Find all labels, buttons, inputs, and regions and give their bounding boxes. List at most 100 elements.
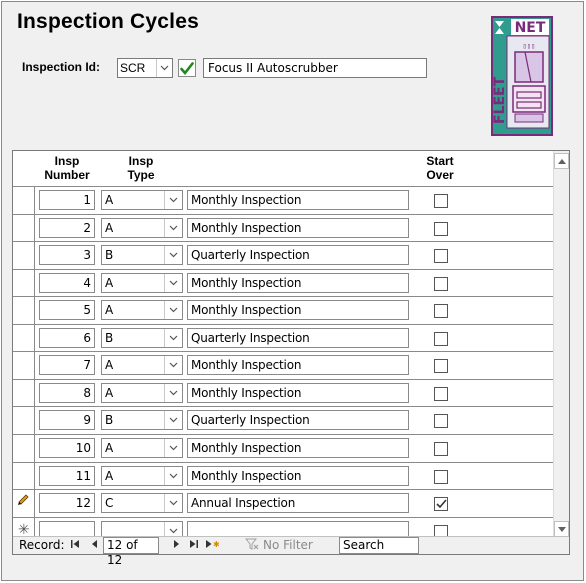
- chevron-down-icon[interactable]: [164, 383, 182, 402]
- search-input[interactable]: Search: [339, 537, 419, 554]
- first-record-icon[interactable]: [71, 538, 80, 552]
- insp-type-select[interactable]: A: [101, 217, 183, 238]
- no-filter-button[interactable]: No Filter: [263, 538, 313, 552]
- start-over-checkbox[interactable]: [434, 359, 448, 374]
- start-over-checkbox[interactable]: [434, 414, 448, 429]
- insp-type-select[interactable]: A: [101, 272, 183, 293]
- start-over-checkbox[interactable]: [434, 469, 448, 484]
- insp-type-select[interactable]: B: [101, 327, 183, 348]
- table-row[interactable]: 11 A Monthly Inspection: [13, 462, 555, 490]
- record-selector[interactable]: [13, 214, 35, 242]
- table-row[interactable]: 2 A Monthly Inspection: [13, 214, 555, 242]
- insp-description-field[interactable]: Quarterly Inspection: [187, 410, 409, 431]
- insp-description-field[interactable]: Monthly Inspection: [187, 190, 409, 210]
- insp-description-field[interactable]: Monthly Inspection: [187, 217, 409, 238]
- table-row[interactable]: 1 A Monthly Inspection: [13, 187, 555, 214]
- record-selector[interactable]: [13, 352, 35, 380]
- table-row[interactable]: 8 A Monthly Inspection: [13, 379, 555, 407]
- vertical-scrollbar[interactable]: [553, 151, 569, 539]
- insp-number-field[interactable]: 8: [39, 382, 95, 403]
- start-over-checkbox[interactable]: [434, 249, 448, 264]
- insp-description-field[interactable]: Quarterly Inspection: [187, 245, 409, 266]
- insp-description-field[interactable]: Monthly Inspection: [187, 272, 409, 293]
- record-selector[interactable]: [13, 379, 35, 407]
- new-record-icon[interactable]: ✱: [205, 538, 220, 552]
- record-selector[interactable]: [13, 462, 35, 490]
- start-over-checkbox[interactable]: [434, 221, 448, 236]
- record-selector[interactable]: [13, 434, 35, 462]
- table-row[interactable]: 3 B Quarterly Inspection: [13, 242, 555, 270]
- chevron-down-icon[interactable]: [164, 356, 182, 375]
- insp-type-value: B: [105, 413, 114, 428]
- record-selector[interactable]: [13, 324, 35, 352]
- record-selector[interactable]: [13, 269, 35, 297]
- start-over-checkbox[interactable]: [434, 194, 448, 208]
- next-record-icon[interactable]: [173, 538, 180, 552]
- scroll-up-button[interactable]: [554, 153, 569, 169]
- table-row[interactable]: 12 C Annual Inspection: [13, 490, 555, 518]
- chevron-down-icon[interactable]: [164, 466, 182, 485]
- insp-number-field[interactable]: 5: [39, 300, 95, 321]
- insp-description-field[interactable]: Monthly Inspection: [187, 382, 409, 403]
- insp-number-field[interactable]: 9: [39, 410, 95, 431]
- chevron-down-icon[interactable]: [164, 191, 182, 209]
- chevron-down-icon[interactable]: [156, 59, 172, 77]
- insp-type-select[interactable]: A: [101, 382, 183, 403]
- table-row[interactable]: 9 B Quarterly Inspection: [13, 407, 555, 435]
- current-record-field[interactable]: 12 of 12: [103, 537, 159, 567]
- table-row[interactable]: 10 A Monthly Inspection: [13, 434, 555, 462]
- insp-description-field[interactable]: Monthly Inspection: [187, 465, 409, 486]
- insp-type-select[interactable]: A: [101, 465, 183, 486]
- insp-description-field[interactable]: Quarterly Inspection: [187, 327, 409, 348]
- record-selector[interactable]: [13, 490, 35, 518]
- insp-number-field[interactable]: 11: [39, 465, 95, 486]
- record-selector[interactable]: [13, 407, 35, 435]
- insp-number-field[interactable]: 6: [39, 327, 95, 348]
- chevron-down-icon[interactable]: [164, 246, 182, 265]
- chevron-down-icon[interactable]: [164, 218, 182, 237]
- chevron-down-icon[interactable]: [164, 273, 182, 292]
- insp-number-field[interactable]: 2: [39, 217, 95, 238]
- insp-number-field[interactable]: 4: [39, 272, 95, 293]
- insp-description-field[interactable]: Monthly Inspection: [187, 355, 409, 376]
- insp-type-select[interactable]: A: [101, 355, 183, 376]
- start-over-checkbox[interactable]: [434, 331, 448, 346]
- table-row[interactable]: 5 A Monthly Inspection: [13, 297, 555, 325]
- start-over-checkbox[interactable]: [434, 441, 448, 456]
- start-over-checkbox[interactable]: [434, 386, 448, 401]
- start-over-checkbox[interactable]: [434, 497, 448, 512]
- scroll-down-button[interactable]: [554, 521, 569, 537]
- insp-type-select[interactable]: A: [101, 190, 183, 210]
- insp-type-select[interactable]: B: [101, 245, 183, 266]
- chevron-down-icon[interactable]: [164, 328, 182, 347]
- insp-type-select[interactable]: A: [101, 437, 183, 458]
- insp-description-field[interactable]: Monthly Inspection: [187, 300, 409, 321]
- last-record-icon[interactable]: [189, 538, 198, 552]
- record-selector[interactable]: [13, 297, 35, 325]
- record-selector[interactable]: [13, 242, 35, 270]
- filter-icon[interactable]: [244, 538, 259, 553]
- chevron-down-icon[interactable]: [164, 494, 182, 513]
- table-row[interactable]: 6 B Quarterly Inspection: [13, 324, 555, 352]
- chevron-down-icon[interactable]: [164, 301, 182, 320]
- insp-number-field[interactable]: 10: [39, 437, 95, 458]
- insp-description-field[interactable]: Monthly Inspection: [187, 437, 409, 458]
- chevron-down-icon[interactable]: [164, 411, 182, 430]
- chevron-down-icon[interactable]: [164, 438, 182, 457]
- inspection-id-select[interactable]: SCR: [117, 58, 173, 78]
- insp-type-select[interactable]: A: [101, 300, 183, 321]
- insp-type-select[interactable]: C: [101, 493, 183, 514]
- start-over-checkbox[interactable]: [434, 276, 448, 291]
- inspection-description-field[interactable]: Focus II Autoscrubber: [203, 58, 427, 78]
- insp-number-field[interactable]: 3: [39, 245, 95, 266]
- table-row[interactable]: 4 A Monthly Inspection: [13, 269, 555, 297]
- previous-record-icon[interactable]: [91, 538, 98, 552]
- insp-number-field[interactable]: 7: [39, 355, 95, 376]
- start-over-checkbox[interactable]: [434, 304, 448, 319]
- insp-description-field[interactable]: Annual Inspection: [187, 493, 409, 514]
- table-row[interactable]: 7 A Monthly Inspection: [13, 352, 555, 380]
- record-selector[interactable]: [13, 187, 35, 214]
- insp-number-field[interactable]: 12: [39, 493, 95, 514]
- insp-type-select[interactable]: B: [101, 410, 183, 431]
- insp-number-field[interactable]: 1: [39, 190, 95, 210]
